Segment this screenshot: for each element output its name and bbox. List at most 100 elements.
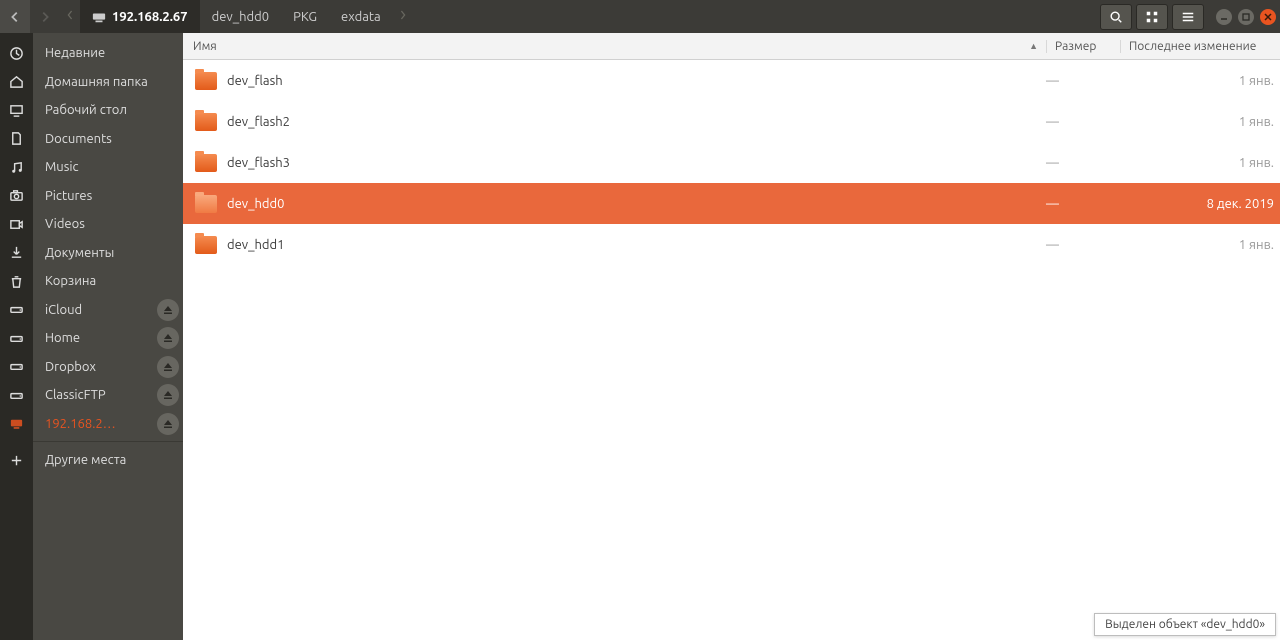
sidebar-icon-desktop[interactable] xyxy=(0,96,33,125)
file-name: dev_flash xyxy=(227,74,283,88)
sidebar-item[interactable]: Pictures xyxy=(33,182,183,211)
folder-icon xyxy=(195,236,217,254)
forward-button[interactable] xyxy=(30,0,60,33)
sidebar-icon-home[interactable] xyxy=(0,68,33,97)
eject-button[interactable] xyxy=(157,356,179,378)
breadcrumb-root[interactable]: 192.168.2.67 xyxy=(80,0,200,33)
sidebar-item-label: Pictures xyxy=(45,189,92,203)
sidebar-icon-clock[interactable] xyxy=(0,39,33,68)
sidebar-icon-drive[interactable] xyxy=(0,381,33,410)
sidebar-icon-video[interactable] xyxy=(0,210,33,239)
sidebar-item[interactable]: Home xyxy=(33,324,183,353)
file-modified-cell: 8 дек. 2019 xyxy=(1120,197,1280,211)
sidebar-item-label: Home xyxy=(45,331,80,345)
sidebar-item[interactable]: Другие места xyxy=(33,446,183,475)
eject-icon xyxy=(163,419,173,429)
file-name-cell: dev_flash2 xyxy=(183,113,1046,131)
file-list[interactable]: dev_flash—1 янв.dev_flash2—1 янв.dev_fla… xyxy=(183,60,1280,640)
sidebar-icon-plus[interactable] xyxy=(0,446,33,475)
sidebar-item-label: Рабочий стол xyxy=(45,103,127,117)
column-name[interactable]: Имя ▲ xyxy=(183,40,1046,53)
search-icon xyxy=(1109,10,1123,24)
network-drive-icon xyxy=(92,10,106,24)
main-pane: Имя ▲ Размер Последнее изменение dev_fla… xyxy=(183,33,1280,640)
sidebar-item[interactable]: Недавние xyxy=(33,39,183,68)
eject-button[interactable] xyxy=(157,327,179,349)
search-button[interactable] xyxy=(1100,4,1132,30)
sidebar-item[interactable]: Домашняя папка xyxy=(33,68,183,97)
window-close-button[interactable] xyxy=(1260,9,1276,25)
file-name: dev_hdd1 xyxy=(227,238,284,252)
sidebar-icon-trash[interactable] xyxy=(0,267,33,296)
sidebar-icon-music[interactable] xyxy=(0,153,33,182)
close-icon xyxy=(1264,13,1272,21)
eject-button[interactable] xyxy=(157,299,179,321)
sidebar-item-label: 192.168.2… xyxy=(45,417,116,431)
sidebar: Недавние Домашняя папка Рабочий стол Docume… xyxy=(33,33,183,640)
sidebar-item[interactable]: Рабочий стол xyxy=(33,96,183,125)
sidebar-item[interactable]: Music xyxy=(33,153,183,182)
eject-button[interactable] xyxy=(157,384,179,406)
sidebar-item[interactable]: Dropbox xyxy=(33,353,183,382)
grid-icon xyxy=(1145,10,1159,24)
file-row[interactable]: dev_flash —1 янв. xyxy=(183,60,1280,101)
sidebar-item-label: Недавние xyxy=(45,46,105,60)
window-maximize-button[interactable] xyxy=(1238,9,1254,25)
file-modified-cell: 1 янв. xyxy=(1120,238,1280,252)
breadcrumb-item-1[interactable]: PKG xyxy=(281,0,329,33)
back-button[interactable] xyxy=(0,0,30,33)
sidebar-icon-drive[interactable] xyxy=(0,353,33,382)
path-separator-icon xyxy=(60,8,80,25)
sidebar-icon-drive[interactable] xyxy=(0,296,33,325)
titlebar: 192.168.2.67 dev_hdd0 PKG exdata xyxy=(0,0,1280,33)
file-row[interactable]: dev_hdd0—8 дек. 2019 xyxy=(183,183,1280,224)
file-name: dev_flash2 xyxy=(227,115,290,129)
file-name-cell: dev_flash3 xyxy=(183,154,1046,172)
sidebar-icon-document[interactable] xyxy=(0,125,33,154)
window-controls xyxy=(1216,9,1276,25)
sidebar-item[interactable]: ClassicFTP xyxy=(33,381,183,410)
sidebar-item[interactable]: Корзина xyxy=(33,267,183,296)
column-size[interactable]: Размер xyxy=(1046,40,1120,53)
file-row[interactable]: dev_hdd1—1 янв. xyxy=(183,224,1280,265)
view-grid-button[interactable] xyxy=(1136,4,1168,30)
file-modified-cell: 1 янв. xyxy=(1120,74,1280,88)
file-row[interactable]: dev_flash3—1 янв. xyxy=(183,142,1280,183)
sidebar-item-label: Корзина xyxy=(45,274,96,288)
eject-button[interactable] xyxy=(157,413,179,435)
sidebar-icon-download[interactable] xyxy=(0,239,33,268)
hamburger-menu-button[interactable] xyxy=(1172,4,1204,30)
breadcrumb-item-0[interactable]: dev_hdd0 xyxy=(200,0,281,33)
file-size-cell: — xyxy=(1046,74,1120,88)
chevron-left-icon xyxy=(8,10,22,24)
sidebar-item[interactable]: Documents xyxy=(33,125,183,154)
sidebar-item[interactable]: iCloud xyxy=(33,296,183,325)
file-row[interactable]: dev_flash2 —1 янв. xyxy=(183,101,1280,142)
chevron-right-icon xyxy=(38,10,52,24)
breadcrumb: 192.168.2.67 dev_hdd0 PKG exdata xyxy=(80,0,413,33)
column-modified[interactable]: Последнее изменение xyxy=(1120,40,1280,53)
sidebar-icon-strip xyxy=(0,33,33,640)
file-size-cell: — xyxy=(1046,115,1120,129)
folder-icon xyxy=(195,154,217,172)
sidebar-icon-drive[interactable] xyxy=(0,324,33,353)
sidebar-item[interactable]: 192.168.2… xyxy=(33,410,183,439)
maximize-icon xyxy=(1242,13,1250,21)
sidebar-item-label: iCloud xyxy=(45,303,82,317)
sidebar-item-label: Документы xyxy=(45,246,114,260)
path-tail-icon xyxy=(393,8,413,25)
breadcrumb-item-2[interactable]: exdata xyxy=(329,0,393,33)
file-name-cell: dev_hdd0 xyxy=(183,195,1046,213)
sidebar-item[interactable]: Videos xyxy=(33,210,183,239)
sidebar-item[interactable]: Документы xyxy=(33,239,183,268)
sidebar-icon-network[interactable] xyxy=(0,410,33,439)
window-minimize-button[interactable] xyxy=(1216,9,1232,25)
file-name: dev_flash3 xyxy=(227,156,290,170)
folder-icon xyxy=(195,195,217,213)
file-name-cell: dev_hdd1 xyxy=(183,236,1046,254)
sidebar-item-label: Dropbox xyxy=(45,360,96,374)
columns-header: Имя ▲ Размер Последнее изменение xyxy=(183,33,1280,60)
file-modified-cell: 1 янв. xyxy=(1120,115,1280,129)
sidebar-item-label: ClassicFTP xyxy=(45,388,106,402)
sidebar-icon-camera[interactable] xyxy=(0,182,33,211)
